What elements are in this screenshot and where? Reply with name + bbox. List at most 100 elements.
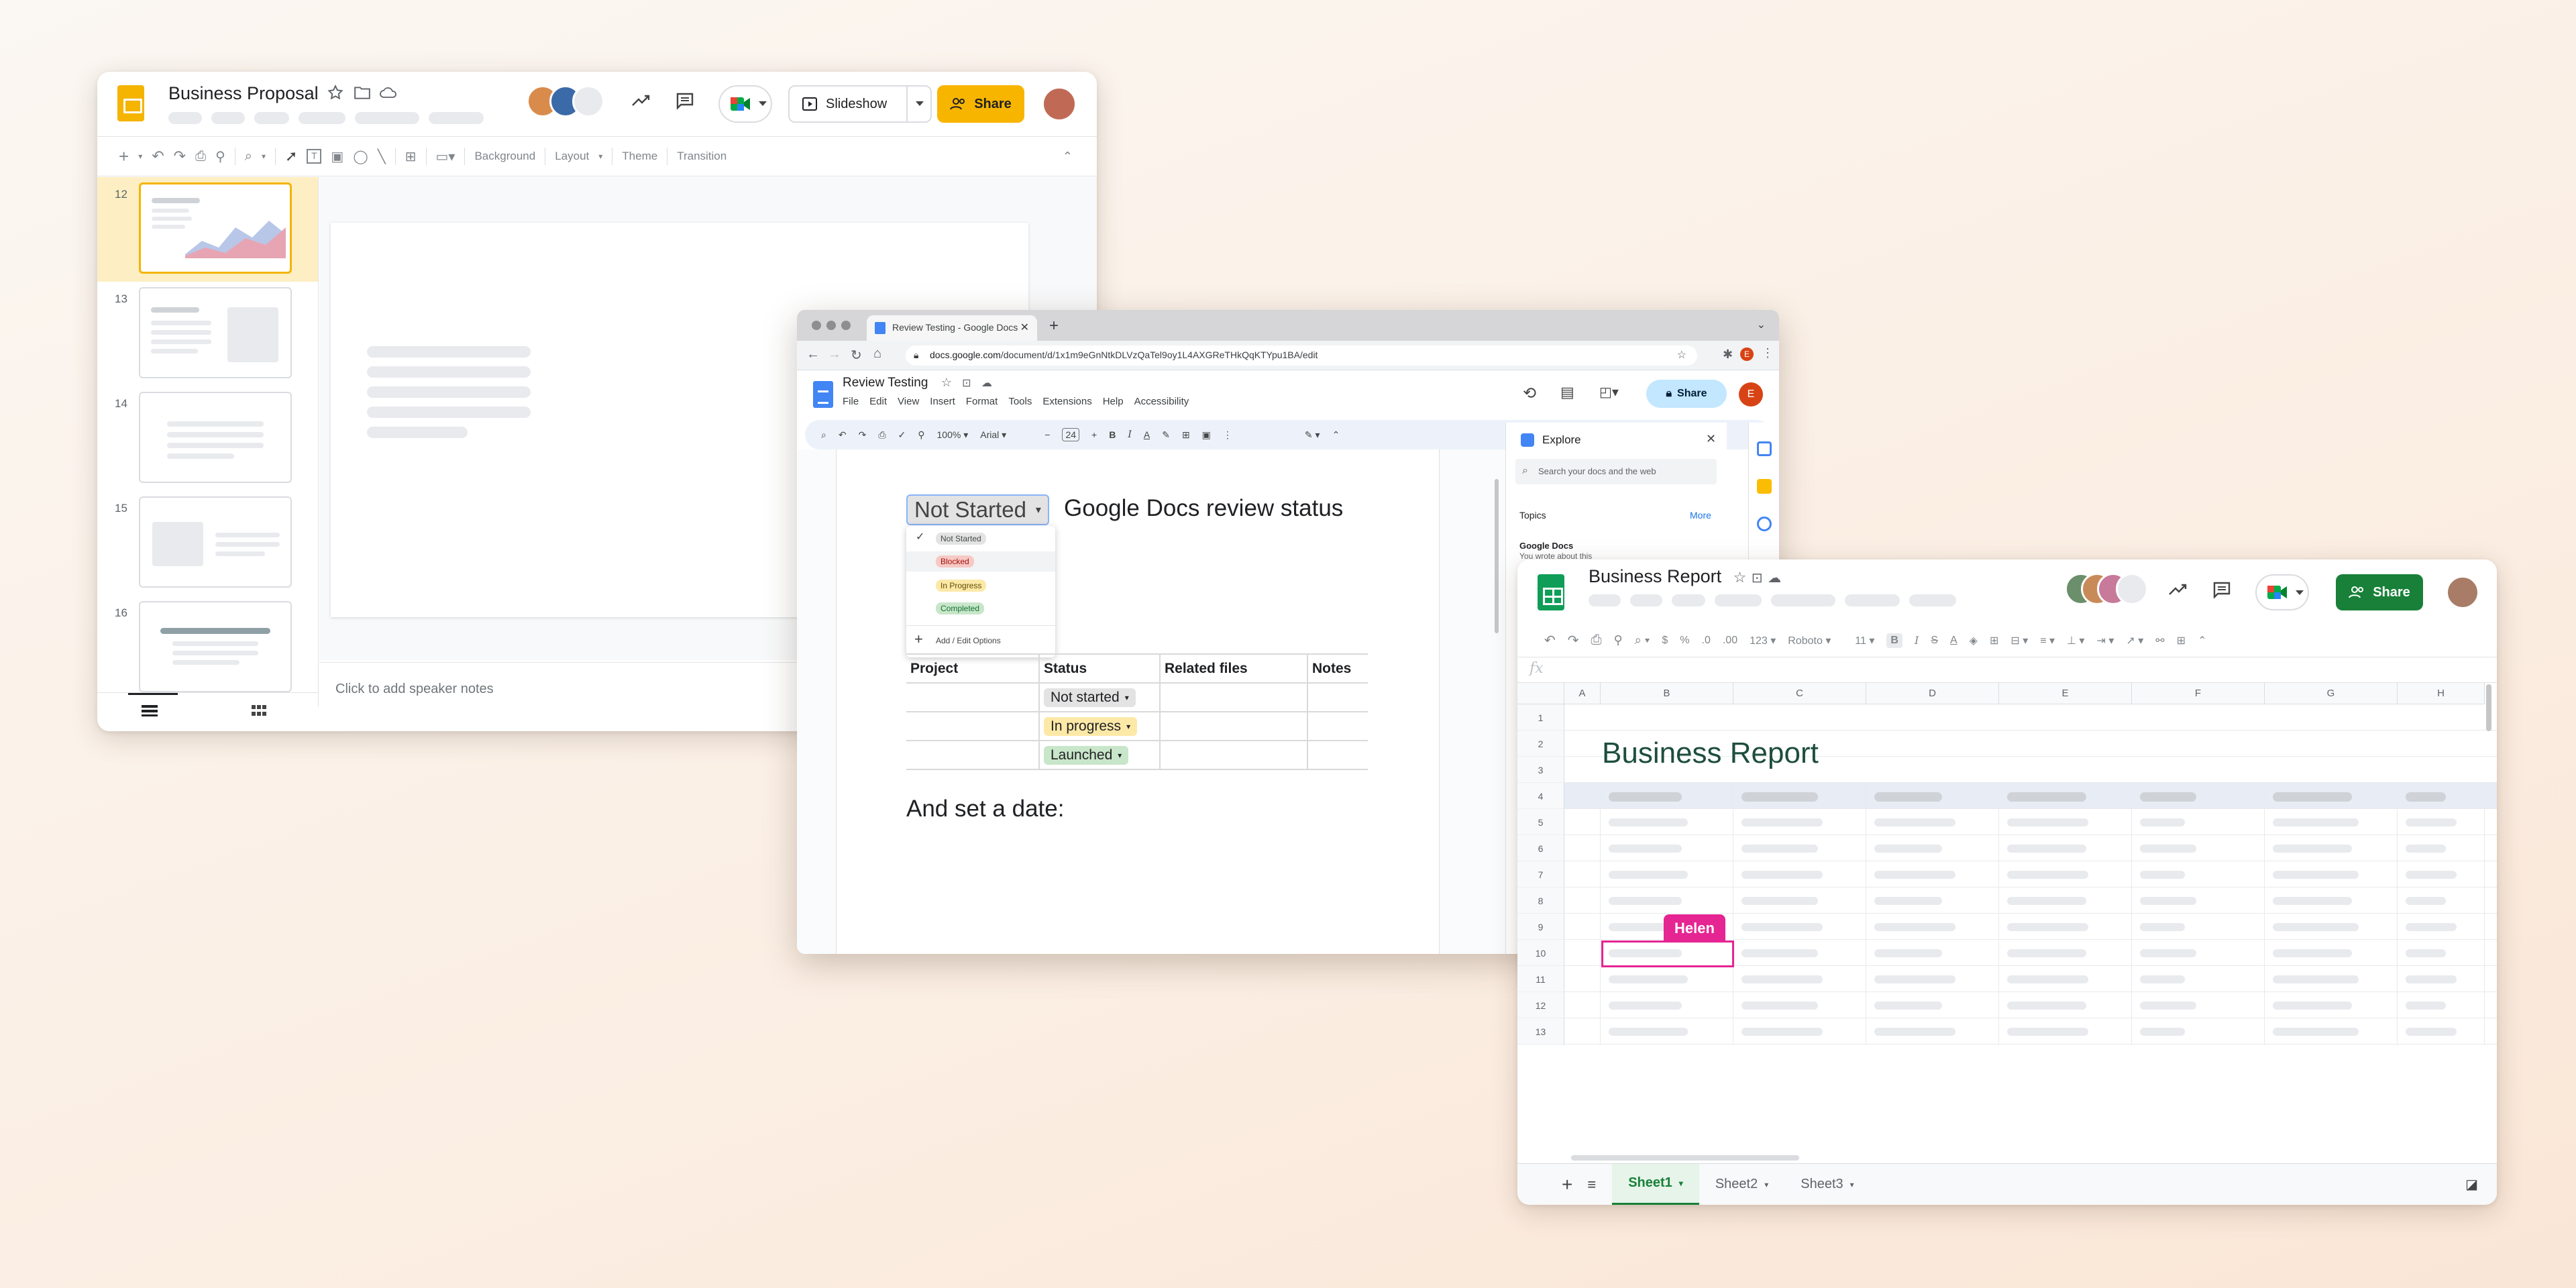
column-header[interactable]: G <box>2265 683 2398 704</box>
vertical-scrollbar[interactable] <box>2486 684 2491 731</box>
chevron-down-icon[interactable]: ⌄ <box>1757 318 1766 331</box>
status-dropdown-chip[interactable]: Not Started ▾ <box>906 494 1049 525</box>
add-icon[interactable]: + <box>914 631 923 648</box>
slide-thumbnail-row[interactable]: 16 <box>97 596 318 700</box>
slides-logo-icon[interactable] <box>117 85 144 121</box>
star-icon[interactable] <box>327 84 344 101</box>
more-users-icon[interactable] <box>2116 573 2148 605</box>
table-header[interactable]: Project <box>906 653 1040 684</box>
vertical-align-icon[interactable]: ⊥ ▾ <box>2067 634 2084 647</box>
insert-image-icon[interactable]: ▣ <box>1202 429 1211 441</box>
collaborator-avatars[interactable] <box>2065 573 2152 610</box>
bookmark-star-icon[interactable]: ☆ <box>1677 348 1686 362</box>
collapse-toolbar-icon[interactable]: ⌃ <box>2198 634 2206 647</box>
slide-thumbnail[interactable] <box>139 496 292 588</box>
menu-placeholder[interactable] <box>168 112 202 124</box>
dropdown-option-in-progress[interactable]: In Progress <box>936 580 987 592</box>
meet-button[interactable] <box>718 85 772 123</box>
calendar-icon[interactable] <box>1757 441 1772 456</box>
merge-cells-icon[interactable]: ⊟ ▾ <box>2010 634 2028 647</box>
row-header[interactable]: 6 <box>1517 835 1564 861</box>
editing-mode-icon[interactable]: ✎ ▾ <box>1305 429 1320 441</box>
add-edit-options-link[interactable]: Add / Edit Options <box>936 636 1001 645</box>
menu-placeholder[interactable] <box>1672 594 1705 606</box>
docs-logo-icon[interactable] <box>813 381 833 408</box>
chevron-down-icon[interactable]: ▾ <box>262 152 266 161</box>
star-icon[interactable]: ☆ <box>1733 569 1747 586</box>
transition-button[interactable]: Transition <box>677 150 727 163</box>
menu-file[interactable]: File <box>843 396 859 407</box>
font-size-field[interactable]: 24 <box>1062 428 1080 441</box>
comment-add-icon[interactable]: ⊞ <box>405 148 417 165</box>
keep-icon[interactable] <box>1757 479 1772 494</box>
slide-thumbnail-row[interactable]: 15 <box>97 491 318 596</box>
cloud-status-icon[interactable] <box>379 85 398 100</box>
paint-format-icon[interactable]: ⚲ <box>1614 633 1623 647</box>
paint-format-icon[interactable]: ⚲ <box>918 429 924 441</box>
column-header[interactable]: B <box>1601 683 1733 704</box>
text-rotation-icon[interactable]: ↗ ▾ <box>2126 634 2143 647</box>
sheets-menu-bar[interactable] <box>1589 594 1956 606</box>
menu-edit[interactable]: Edit <box>869 396 887 407</box>
slides-doc-title[interactable]: Business Proposal <box>168 83 319 104</box>
font-select[interactable]: Roboto ▾ <box>1788 634 1843 647</box>
menu-placeholder[interactable] <box>299 112 345 124</box>
table-row[interactable] <box>1564 1044 2497 1045</box>
menu-tools[interactable]: Tools <box>1008 396 1032 407</box>
column-header[interactable]: D <box>1866 683 1999 704</box>
collapse-toolbar-icon[interactable]: ⌃ <box>1332 429 1340 441</box>
italic-button[interactable]: I <box>1128 429 1132 440</box>
text-wrap-icon[interactable]: ⇥ ▾ <box>2096 634 2114 647</box>
slide-thumbnail[interactable] <box>139 601 292 692</box>
table-cell[interactable]: Not started ▾ <box>1039 683 1161 712</box>
line-icon[interactable]: ╲ <box>378 148 386 165</box>
highlight-icon[interactable]: ✎ <box>1162 429 1170 441</box>
print-icon[interactable]: ⎙ <box>878 429 885 441</box>
undo-icon[interactable]: ↶ <box>839 429 847 441</box>
meet-icon[interactable]: ◰▾ <box>1599 384 1619 400</box>
cloud-status-icon[interactable]: ☁︎ <box>1768 571 1781 586</box>
activity-trend-icon[interactable] <box>631 93 651 108</box>
insert-link-icon[interactable]: ⊞ <box>1182 429 1190 441</box>
row-header[interactable]: 12 <box>1517 992 1564 1018</box>
account-avatar[interactable] <box>2446 576 2479 609</box>
menu-placeholder[interactable] <box>1845 594 1900 606</box>
url-field[interactable]: 🔒︎ docs.google.com/document/d/1x1m9eGnNt… <box>906 345 1697 366</box>
meet-button[interactable] <box>2255 574 2309 610</box>
collapse-toolbar-icon[interactable]: ⌃ <box>1063 150 1073 164</box>
table-cell[interactable] <box>1160 683 1308 712</box>
close-tab-icon[interactable]: ✕ <box>1020 321 1029 334</box>
cloud-status-icon[interactable]: ☁︎ <box>981 378 992 389</box>
list-view-icon[interactable] <box>142 704 158 717</box>
select-all-corner[interactable] <box>1517 683 1564 704</box>
column-header[interactable]: A <box>1564 683 1601 704</box>
star-icon[interactable]: ☆ <box>941 376 952 389</box>
insert-link-icon[interactable]: ⚯ <box>2155 634 2164 647</box>
font-size-increase[interactable]: + <box>1091 429 1097 440</box>
table-cell[interactable]: Launched ▾ <box>1039 741 1161 770</box>
table-row[interactable] <box>1564 704 2497 731</box>
share-button[interactable]: Share <box>937 85 1024 123</box>
browser-tab[interactable]: Review Testing - Google Docs ✕ <box>867 315 1037 341</box>
slideshow-button[interactable]: Slideshow <box>788 85 932 123</box>
table-cell[interactable] <box>1160 712 1308 741</box>
status-chip[interactable]: In progress ▾ <box>1044 716 1138 736</box>
topic-google-docs[interactable]: Google Docs <box>1519 541 1573 551</box>
menu-insert[interactable]: Insert <box>930 396 955 407</box>
forward-arrow-icon[interactable]: → <box>828 347 841 362</box>
row-header[interactable]: 4 <box>1517 783 1564 809</box>
insert-comment-icon[interactable]: ⊞ <box>2177 634 2186 647</box>
comments-icon[interactable] <box>676 92 694 109</box>
font-select[interactable]: Arial ▾ <box>980 429 1032 441</box>
fill-color-icon[interactable]: ◈ <box>1970 634 1978 647</box>
search-menus-icon[interactable]: ⌕ <box>821 429 826 441</box>
window-minimize-dot[interactable] <box>826 321 836 330</box>
column-header[interactable]: C <box>1733 683 1866 704</box>
dropdown-option-not-started[interactable]: Not Started <box>936 533 986 545</box>
borders-icon[interactable]: ⊞ <box>1990 634 1998 647</box>
slideshow-options-dropdown[interactable] <box>906 87 930 121</box>
redo-icon[interactable]: ↷ <box>174 148 186 165</box>
back-arrow-icon[interactable]: ← <box>806 347 820 362</box>
slide-thumbnail[interactable] <box>139 182 292 274</box>
new-tab-icon[interactable]: + <box>1049 317 1059 335</box>
